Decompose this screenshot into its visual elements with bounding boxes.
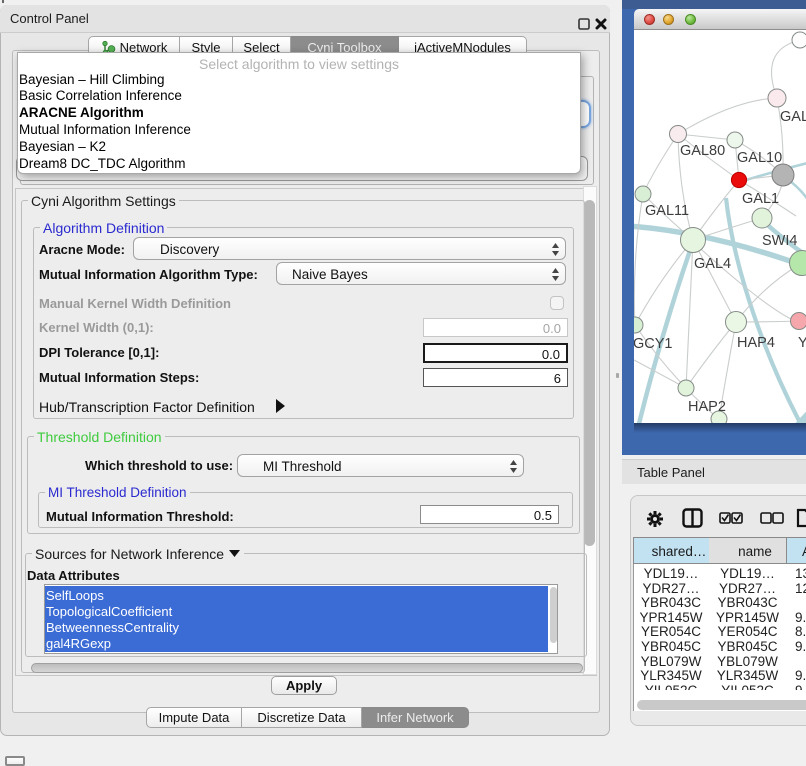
- svg-text:GAL11: GAL11: [645, 203, 689, 219]
- svg-text:GAL: GAL: [780, 109, 806, 125]
- svg-text:HAP4: HAP4: [737, 335, 775, 351]
- svg-text:GAL10: GAL10: [737, 150, 782, 166]
- svg-text:GCY1: GCY1: [634, 336, 673, 352]
- svg-text:SWI4: SWI4: [762, 233, 797, 249]
- svg-text:Y: Y: [798, 335, 806, 351]
- svg-text:HAP2: HAP2: [688, 399, 726, 415]
- svg-text:GAL80: GAL80: [680, 143, 725, 159]
- svg-text:GAL1: GAL1: [742, 191, 779, 207]
- svg-text:GAL4: GAL4: [694, 256, 731, 272]
